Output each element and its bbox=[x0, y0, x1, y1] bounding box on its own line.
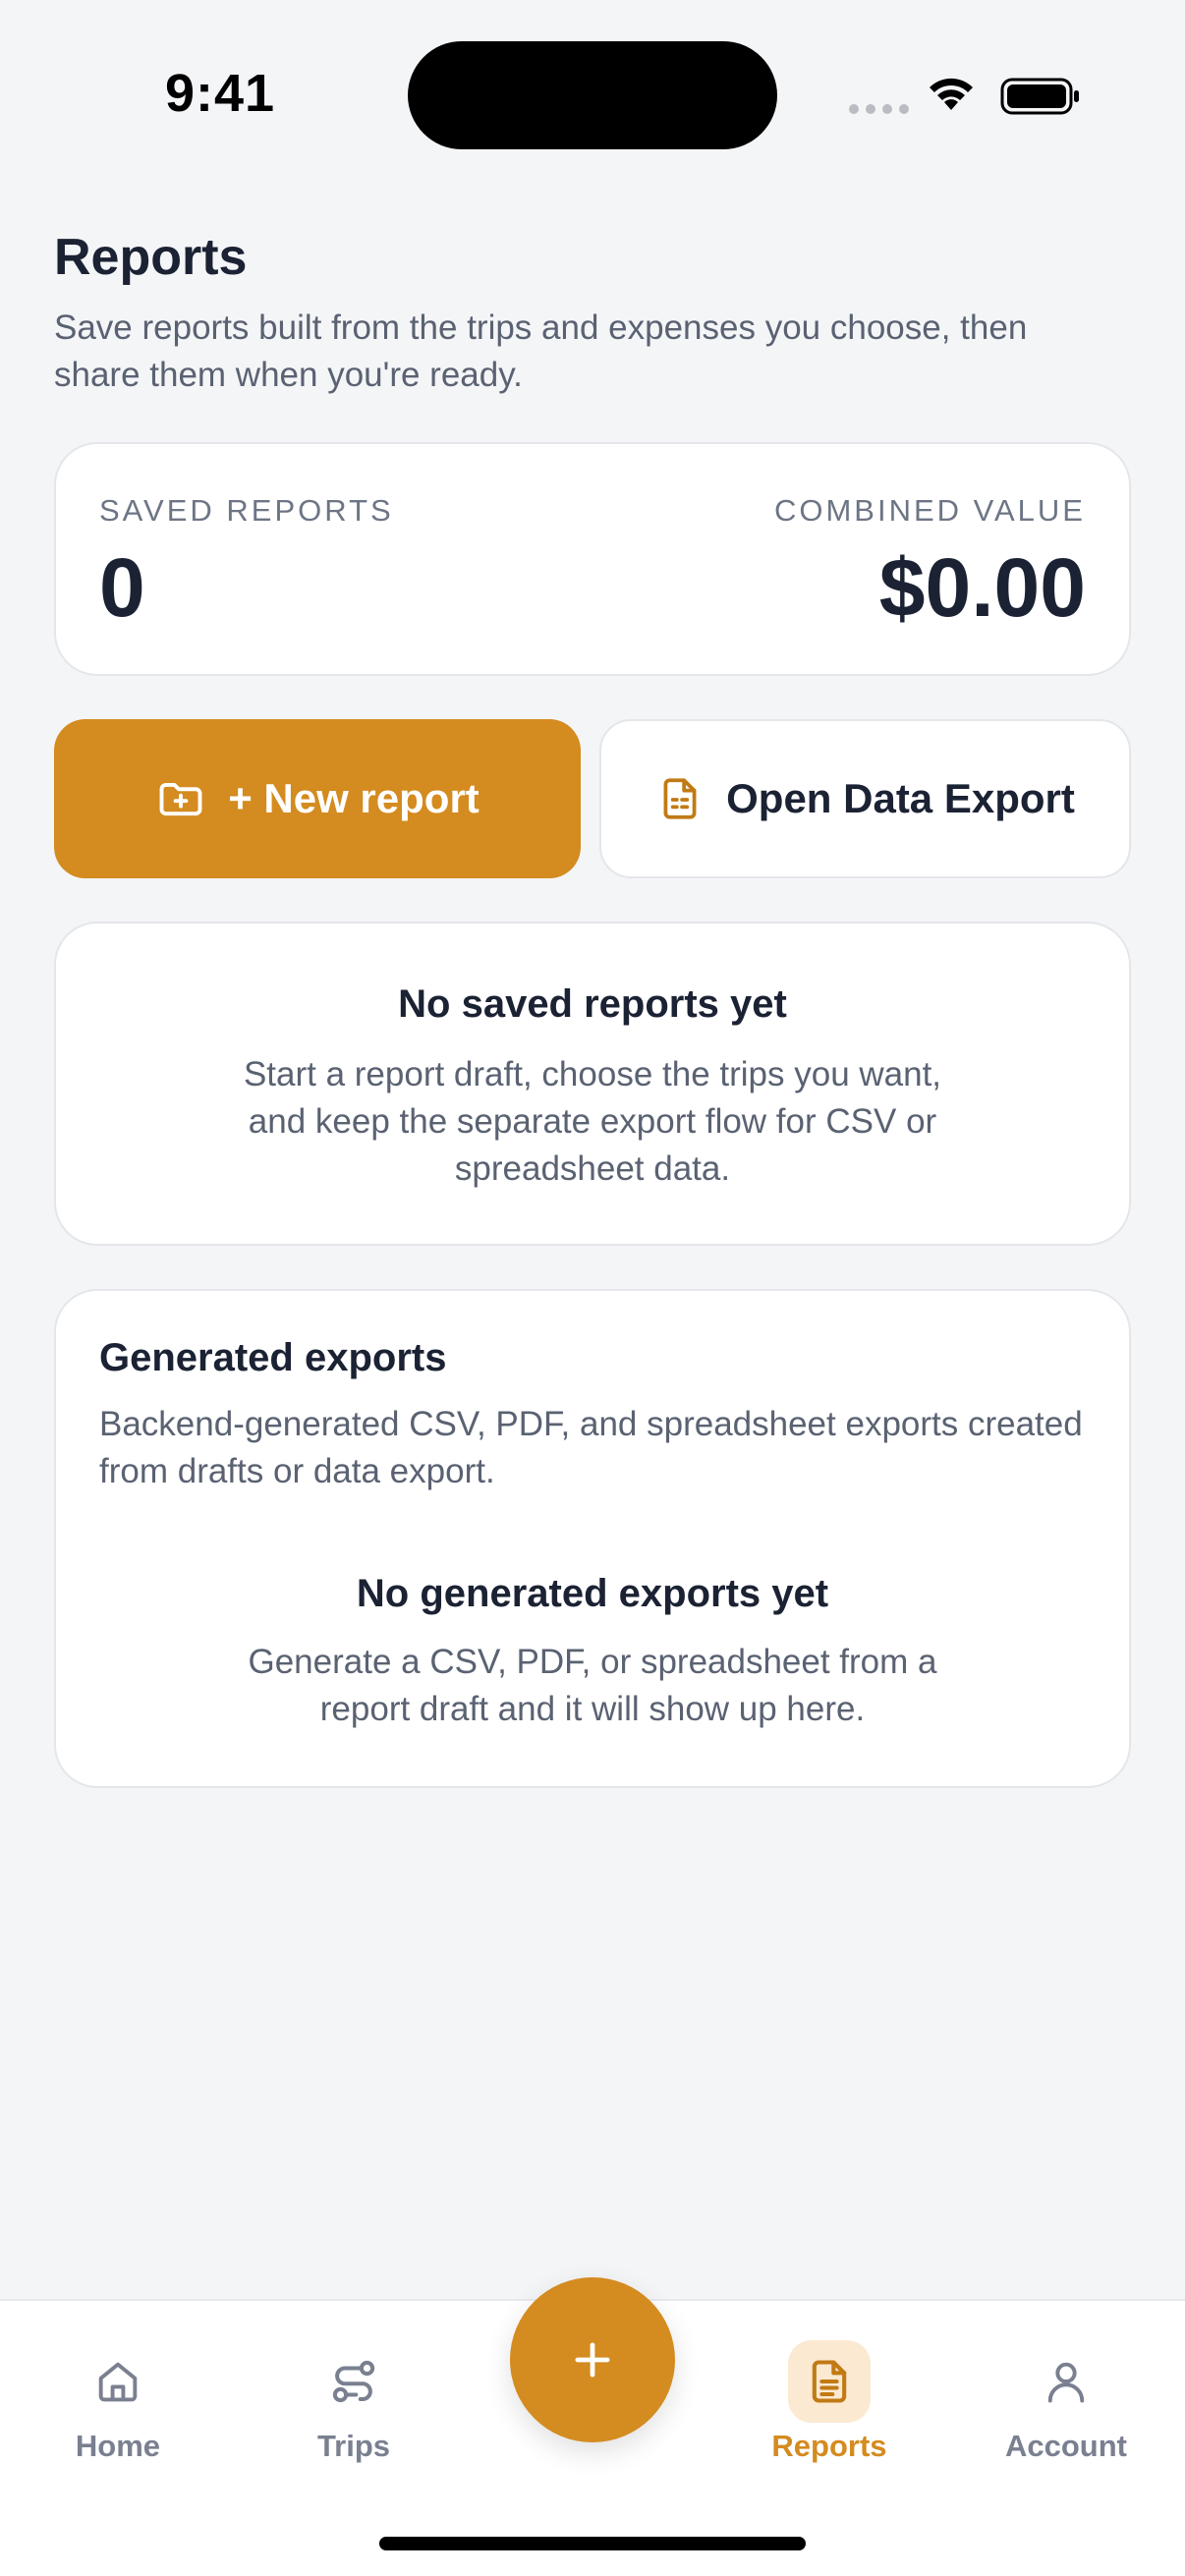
plus-icon bbox=[575, 2342, 610, 2378]
empty-reports-title: No saved reports yet bbox=[398, 982, 787, 1026]
generated-exports-description: Backend-generated CSV, PDF, and spreadsh… bbox=[99, 1405, 1083, 1490]
tab-reports[interactable]: Reports bbox=[731, 2340, 928, 2464]
tab-home[interactable]: Home bbox=[20, 2340, 216, 2464]
home-icon bbox=[77, 2340, 159, 2423]
generated-exports-title: Generated exports bbox=[99, 1336, 447, 1379]
dynamic-island bbox=[408, 41, 777, 149]
new-report-button[interactable]: + New report bbox=[54, 719, 581, 878]
open-data-export-button[interactable]: Open Data Export bbox=[599, 719, 1131, 878]
status-time: 9:41 bbox=[165, 64, 276, 123]
tab-account[interactable]: Account bbox=[968, 2340, 1164, 2464]
generated-exports-empty-title: No generated exports yet bbox=[356, 1572, 829, 1615]
saved-reports-label: SAVED REPORTS bbox=[99, 493, 394, 528]
page-subtitle: Save reports built from the trips and ex… bbox=[54, 308, 1028, 394]
tab-reports-label: Reports bbox=[771, 2429, 887, 2463]
spreadsheet-file-icon bbox=[663, 778, 697, 819]
user-icon bbox=[1025, 2340, 1107, 2423]
summary-card: SAVED REPORTS 0 COMBINED VALUE $0.00 bbox=[54, 442, 1131, 676]
generated-exports-empty-text: Generate a CSV, PDF, or spreadsheet from… bbox=[248, 1643, 937, 1728]
saved-reports-value: 0 bbox=[99, 541, 145, 634]
combined-value-amount: $0.00 bbox=[878, 541, 1086, 634]
open-data-export-label: Open Data Export bbox=[726, 775, 1075, 821]
page-title: Reports bbox=[54, 229, 248, 286]
generated-exports-card: Generated exports Backend-generated CSV,… bbox=[54, 1289, 1131, 1788]
folder-plus-icon bbox=[159, 782, 202, 816]
add-button[interactable] bbox=[510, 2277, 675, 2442]
tab-account-label: Account bbox=[1005, 2429, 1127, 2463]
empty-reports-text: Start a report draft, choose the trips y… bbox=[243, 1055, 942, 1188]
status-bar: 9:41 bbox=[0, 0, 1185, 196]
tab-home-label: Home bbox=[75, 2429, 161, 2463]
reports-screen: 9:41 Reports Save reports built from the… bbox=[0, 0, 1185, 2576]
wifi-icon bbox=[930, 78, 973, 110]
tab-trips-label: Trips bbox=[316, 2429, 391, 2463]
empty-reports-card: No saved reports yet Start a report draf… bbox=[54, 922, 1131, 1246]
route-icon bbox=[312, 2340, 395, 2423]
battery-icon bbox=[1000, 78, 1079, 115]
document-icon bbox=[788, 2340, 871, 2423]
cellular-signal-icon bbox=[849, 104, 909, 114]
combined-value-label: COMBINED VALUE bbox=[773, 493, 1086, 528]
home-indicator bbox=[379, 2537, 806, 2550]
tab-trips[interactable]: Trips bbox=[255, 2340, 452, 2464]
new-report-label: + New report bbox=[228, 775, 480, 821]
